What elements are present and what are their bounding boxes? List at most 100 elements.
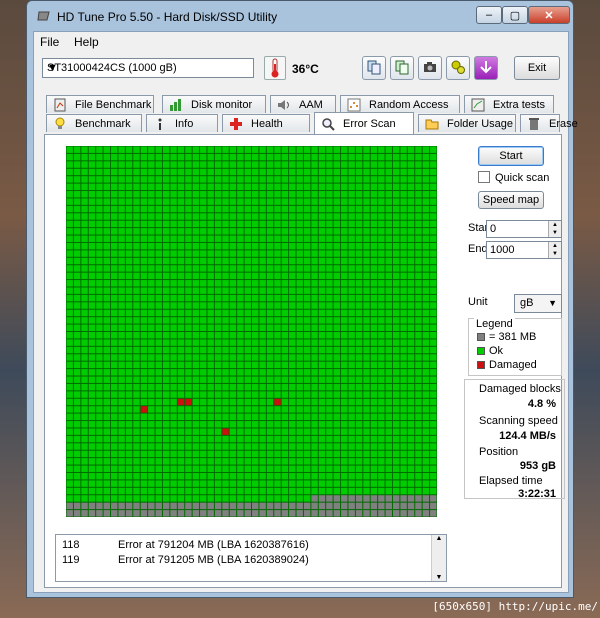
scan-block-ok bbox=[207, 228, 214, 235]
tab-benchmark[interactable]: Benchmark bbox=[46, 114, 142, 132]
scan-block-ok bbox=[422, 450, 430, 458]
tab-info[interactable]: Info bbox=[146, 114, 218, 132]
scan-block-ok bbox=[326, 487, 333, 495]
tab-folder-usage[interactable]: Folder Usage bbox=[418, 114, 516, 132]
speed-map-button[interactable]: Speed map bbox=[478, 191, 544, 209]
scan-block-ok bbox=[385, 450, 392, 458]
scan-block-ok bbox=[274, 294, 281, 302]
scan-block-ok bbox=[237, 487, 244, 495]
start-spinbox[interactable]: 0 ▲ ▼ bbox=[486, 220, 562, 238]
scan-block-ok bbox=[96, 428, 103, 435]
spin-arrows-icon[interactable]: ▲ ▼ bbox=[548, 221, 561, 237]
scan-block-ok bbox=[422, 324, 430, 331]
scan-block-ok bbox=[118, 465, 125, 472]
scan-block-ok bbox=[355, 406, 363, 413]
screenshot-button[interactable] bbox=[418, 56, 442, 80]
scan-block-ok bbox=[185, 146, 192, 153]
spin-arrows-icon[interactable]: ▲ ▼ bbox=[548, 242, 561, 258]
scan-block-ok bbox=[333, 443, 341, 450]
tab-erase[interactable]: Erase bbox=[520, 114, 578, 132]
scan-block-unscanned bbox=[370, 495, 378, 502]
quick-scan-checkbox[interactable] bbox=[478, 171, 490, 183]
scan-block-ok bbox=[155, 450, 162, 458]
scan-block-ok bbox=[341, 168, 348, 176]
scan-block-ok bbox=[363, 443, 370, 450]
scan-block-ok bbox=[66, 309, 73, 317]
end-spinbox[interactable]: 1000 ▲ ▼ bbox=[486, 241, 562, 259]
tab-file-benchmark[interactable]: File Benchmark bbox=[46, 95, 154, 113]
scan-block-ok bbox=[348, 250, 355, 257]
scan-block-ok bbox=[162, 332, 170, 339]
title-bar[interactable]: HD Tune Pro 5.50 - Hard Disk/SSD Utility… bbox=[27, 1, 573, 31]
scan-block-ok bbox=[348, 302, 355, 309]
scan-block-ok bbox=[341, 317, 348, 324]
tab-health[interactable]: Health bbox=[222, 114, 310, 132]
scan-block-ok bbox=[296, 294, 303, 302]
scan-block-unscanned bbox=[422, 502, 430, 510]
scan-block-ok bbox=[73, 257, 81, 265]
scan-block-ok bbox=[148, 354, 155, 361]
scan-block-unscanned bbox=[392, 495, 400, 502]
legend-item: Ok bbox=[477, 345, 503, 357]
scan-block-ok bbox=[355, 487, 363, 495]
maximize-button[interactable]: ▢ bbox=[502, 6, 528, 24]
tab-random-access[interactable]: Random Access bbox=[340, 95, 460, 113]
tab-aam[interactable]: AAM bbox=[270, 95, 336, 113]
scan-block-ok bbox=[400, 176, 407, 183]
scan-block-unscanned bbox=[133, 502, 140, 510]
scan-block-ok bbox=[155, 257, 162, 265]
tab-label: AAM bbox=[299, 98, 323, 111]
tab-disk-monitor[interactable]: Disk monitor bbox=[162, 95, 266, 113]
minimize-button[interactable]: – bbox=[476, 6, 502, 24]
scan-block-ok bbox=[66, 257, 73, 265]
unit-select[interactable]: gB ▼ bbox=[514, 294, 562, 313]
scan-block-ok bbox=[118, 398, 125, 406]
close-button[interactable]: ✕ bbox=[528, 6, 570, 24]
scan-block-ok bbox=[207, 332, 214, 339]
scan-block-ok bbox=[229, 376, 237, 383]
scan-block-ok bbox=[326, 421, 333, 428]
start-button[interactable]: Start bbox=[478, 146, 544, 166]
scan-block-ok bbox=[296, 376, 303, 383]
menu-help[interactable]: Help bbox=[74, 35, 99, 49]
scan-block-ok bbox=[66, 250, 73, 257]
scan-block-ok bbox=[311, 465, 318, 472]
scan-block-ok bbox=[244, 257, 251, 265]
copy-info-button[interactable] bbox=[362, 56, 386, 80]
scan-block-ok bbox=[207, 361, 214, 369]
scan-block-ok bbox=[333, 153, 341, 161]
scan-block-ok bbox=[363, 458, 370, 465]
scan-block-ok bbox=[303, 272, 311, 280]
log-scrollbar[interactable]: ▲ ▼ bbox=[431, 535, 446, 581]
error-log-list[interactable]: 118 Error at 791204 MB (LBA 1620387616) … bbox=[55, 534, 447, 582]
save-button[interactable] bbox=[474, 56, 498, 80]
scroll-up-icon[interactable]: ▲ bbox=[432, 535, 446, 542]
scan-block-unscanned bbox=[326, 510, 333, 517]
scan-block-ok bbox=[385, 280, 392, 287]
scan-block-ok bbox=[118, 302, 125, 309]
scan-block-ok bbox=[170, 294, 177, 302]
scan-block-ok bbox=[155, 280, 162, 287]
scan-block-ok bbox=[303, 176, 311, 183]
scan-block-ok bbox=[341, 213, 348, 220]
scroll-down-icon[interactable]: ▼ bbox=[432, 574, 446, 581]
scan-block-ok bbox=[170, 324, 177, 331]
tab-extra-tests[interactable]: Extra tests bbox=[464, 95, 554, 113]
scan-block-ok bbox=[73, 361, 81, 369]
exit-button[interactable]: Exit bbox=[514, 56, 560, 80]
scan-block-ok bbox=[303, 205, 311, 213]
drive-select[interactable]: ST31000424CS (1000 gB) ▼ bbox=[42, 58, 254, 78]
scan-block-ok bbox=[214, 354, 222, 361]
menu-file[interactable]: File bbox=[40, 35, 59, 49]
copy-all-button[interactable] bbox=[390, 56, 414, 80]
scan-block-ok bbox=[118, 361, 125, 369]
options-button[interactable] bbox=[446, 56, 470, 80]
scan-block-ok bbox=[296, 309, 303, 317]
scan-block-ok bbox=[274, 332, 281, 339]
scan-block-ok bbox=[214, 257, 222, 265]
scan-block-ok bbox=[155, 294, 162, 302]
scan-block-ok bbox=[140, 354, 148, 361]
scan-block-ok bbox=[326, 294, 333, 302]
tab-error-scan[interactable]: Error Scan bbox=[314, 112, 414, 134]
scan-block-ok bbox=[303, 265, 311, 272]
